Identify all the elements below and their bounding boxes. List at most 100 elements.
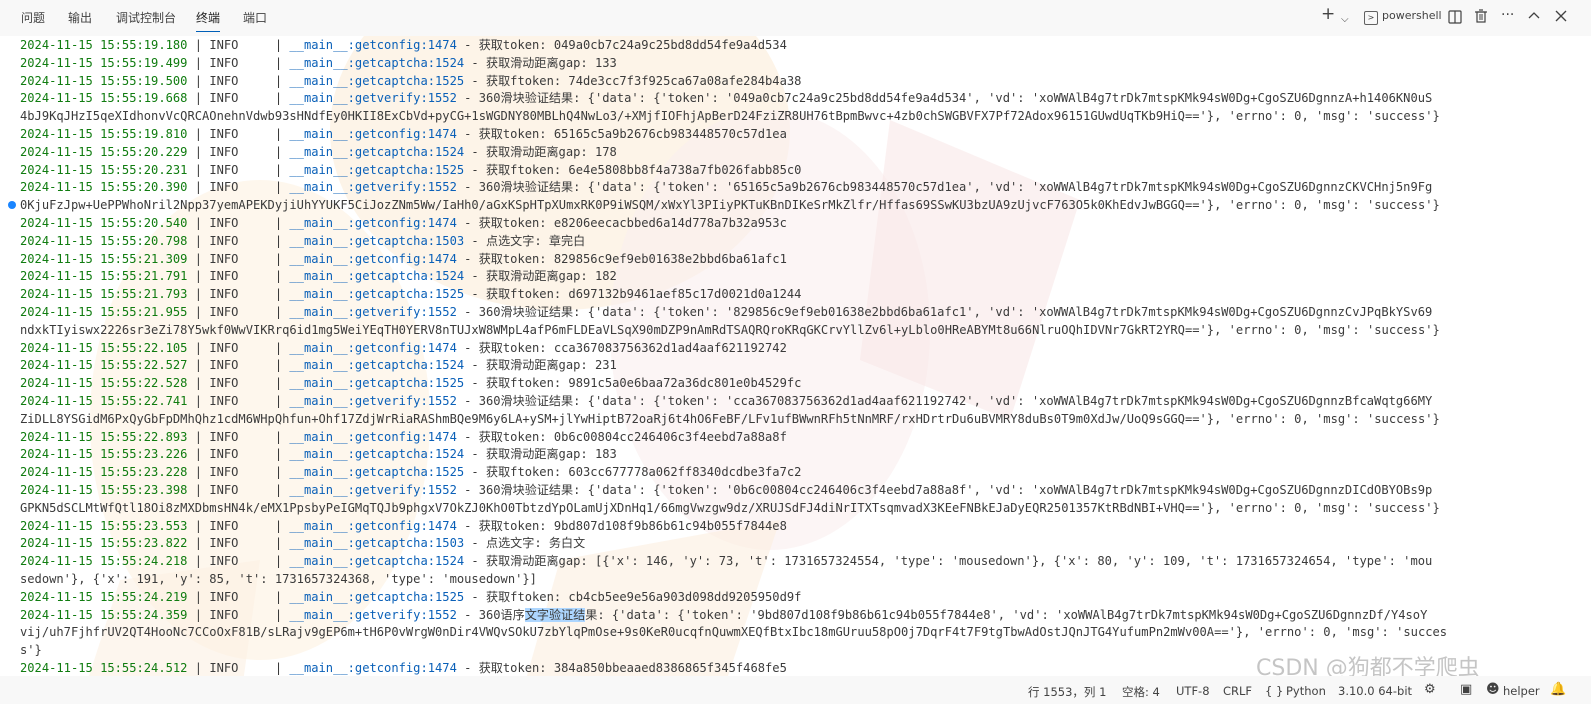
more-actions-icon[interactable]: ··· — [1501, 6, 1514, 24]
log-message: - 获取ftoken: 6e4e5808bb8f4a738a7fb026fabb… — [464, 162, 802, 177]
terminal-line: 2024-11-15 15:55:22.105 | INFO | __main_… — [20, 340, 787, 355]
close-icon[interactable] — [1555, 10, 1567, 22]
log-continuation: ZiDLL8YSGidM6PxQyGbFpDMhQhz1cdM6WHpQhfun… — [20, 411, 1440, 426]
log-source: __main__:getconfig:1474 — [289, 38, 457, 52]
log-source: __main__:getverify:1552 — [289, 393, 457, 408]
terminal-line: 2024-11-15 15:55:23.822 | INFO | __main_… — [20, 536, 586, 551]
log-timestamp: 2024-11-15 15:55:24.359 — [20, 607, 188, 622]
terminal-line: 2024-11-15 15:55:23.226 | INFO | __main_… — [20, 447, 617, 462]
log-message: - 360滑块验证结果: {'data': {'token': '65165c5… — [456, 180, 1433, 195]
terminal-line: 2024-11-15 15:55:22.741 | INFO | __main_… — [20, 393, 1433, 408]
log-message: - 获取ftoken: d697132b9461aef85c17d0021d0a… — [464, 287, 802, 302]
log-level: INFO — [209, 482, 239, 497]
log-timestamp: 2024-11-15 15:55:22.528 — [20, 376, 188, 391]
log-level: INFO — [209, 55, 239, 70]
log-timestamp: 2024-11-15 15:55:21.309 — [20, 251, 188, 266]
encoding-setting[interactable]: UTF-8 — [1176, 684, 1210, 698]
log-message: - 360滑块验证结果: {'data': {'token': '049a0cb… — [456, 91, 1433, 106]
indentation-setting[interactable]: 空格: 4 — [1122, 684, 1160, 700]
terminal-line: 2024-11-15 15:55:21.791 | INFO | __main_… — [20, 269, 617, 284]
log-continuation: vij/uh7FjhfrUV2QT4HooNc7CCoOxF81B/sLRajv… — [20, 625, 1448, 640]
terminal-output[interactable]: 2024-11-15 15:55:19.180 | INFO | __main_… — [20, 37, 1560, 675]
tab-terminal[interactable]: 终端 — [196, 9, 221, 32]
log-message: - 获取滑动距离gap: 182 — [464, 269, 617, 284]
status-bar: 行 1553，列 1 空格: 4 UTF-8 CRLF { } Python 3… — [0, 676, 1591, 704]
log-message: - 获取滑动距离gap: [{'x': 146, 'y': 73, 't': 1… — [464, 554, 1433, 569]
log-timestamp: 2024-11-15 15:55:20.390 — [20, 180, 188, 195]
log-level: INFO — [209, 233, 239, 248]
eol-setting[interactable]: CRLF — [1223, 684, 1252, 698]
language-mode[interactable]: Python — [1286, 684, 1326, 698]
tab-output[interactable]: 输出 — [68, 9, 92, 26]
log-timestamp: 2024-11-15 15:55:23.398 — [20, 482, 188, 497]
new-terminal-button[interactable]: + — [1321, 5, 1335, 23]
log-level: INFO — [209, 287, 239, 302]
log-message: - 获取ftoken: 603cc677778a062ff8340dcdbe3f… — [464, 465, 802, 480]
log-level: INFO — [209, 38, 239, 52]
log-message: - 获取token: 9bd807d108f9b86b61c94b055f784… — [456, 518, 787, 533]
format-icon[interactable]: ⚙ — [1424, 682, 1436, 697]
log-timestamp: 2024-11-15 15:55:19.500 — [20, 73, 188, 88]
log-message: - 获取滑动距离gap: 183 — [464, 447, 617, 462]
shell-name-label[interactable]: powershell — [1382, 9, 1442, 22]
terminal-line: vij/uh7FjhfrUV2QT4HooNc7CCoOxF81B/sLRajv… — [20, 624, 1560, 642]
log-source: __main__:getcaptcha:1525 — [289, 589, 465, 604]
copilot-icon[interactable]: ☻ — [1486, 682, 1500, 697]
log-source: __main__:getconfig:1474 — [289, 518, 457, 533]
log-level: INFO — [209, 251, 239, 266]
terminal-line: ndxkTIyiswx2226sr3eZi78Y5wkf0WwVIKRrq6id… — [20, 322, 1560, 340]
log-source: __main__:getcaptcha:1525 — [289, 376, 465, 391]
language-mode-icon[interactable]: { } — [1265, 684, 1283, 698]
log-message: - 360滑块验证结果: {'data': {'token': '0b6c008… — [456, 482, 1433, 497]
tab-ports[interactable]: 端口 — [243, 9, 267, 26]
terminal-line: ZiDLL8YSGidM6PxQyGbFpDMhQhz1cdM6WHpQhfun… — [20, 411, 1560, 429]
log-level: INFO — [209, 660, 239, 675]
terminal-line: 4bJ9KqJHzI5qeXIdhonvVcQRCAOnehnVdwb93sHN… — [20, 108, 1560, 126]
extension-icon[interactable]: ▣ — [1460, 682, 1472, 697]
terminal-line: 2024-11-15 15:55:20.540 | INFO | __main_… — [20, 215, 787, 230]
log-source: __main__:getcaptcha:1503 — [289, 536, 465, 551]
log-source: __main__:getconfig:1474 — [289, 251, 457, 266]
log-timestamp: 2024-11-15 15:55:23.822 — [20, 536, 188, 551]
helper-label[interactable]: helper — [1503, 684, 1540, 698]
log-source: __main__:getverify:1552 — [289, 607, 457, 622]
log-message: - 获取滑动距离gap: 178 — [464, 144, 617, 159]
command-decoration-icon[interactable] — [8, 201, 16, 209]
notifications-icon[interactable]: 🔔 — [1550, 682, 1566, 697]
log-message: - 获取滑动距离gap: 133 — [464, 55, 617, 70]
log-message: 果: {'data': {'token': '9bd807d108f9b86b6… — [585, 607, 1428, 622]
log-level: INFO — [209, 536, 239, 551]
terminal-line: 2024-11-15 15:55:20.390 | INFO | __main_… — [20, 180, 1433, 195]
trash-icon[interactable] — [1474, 9, 1488, 24]
split-terminal-icon[interactable] — [1448, 10, 1462, 24]
log-continuation: s'} — [20, 643, 42, 658]
log-source: __main__:getcaptcha:1524 — [289, 358, 465, 373]
python-interpreter[interactable]: 3.10.0 64-bit — [1338, 684, 1412, 698]
log-source: __main__:getconfig:1474 — [289, 215, 457, 230]
log-source: __main__:getconfig:1474 — [289, 660, 457, 675]
tab-problems[interactable]: 问题 — [21, 9, 45, 26]
terminal-line: 2024-11-15 15:55:24.359 | INFO | __main_… — [20, 607, 1428, 622]
log-source: __main__:getcaptcha:1524 — [289, 144, 465, 159]
log-source: __main__:getverify:1552 — [289, 482, 457, 497]
terminal-line: 2024-11-15 15:55:21.793 | INFO | __main_… — [20, 287, 802, 302]
log-level: INFO — [209, 589, 239, 604]
terminal-line: 2024-11-15 15:55:19.180 | INFO | __main_… — [20, 38, 787, 52]
log-source: __main__:getconfig:1474 — [289, 340, 457, 355]
log-timestamp: 2024-11-15 15:55:21.791 — [20, 269, 188, 284]
cursor-position[interactable]: 行 1553，列 1 — [1028, 684, 1106, 700]
log-message: - 获取token: cca367083756362d1ad4aaf621192… — [456, 340, 787, 355]
log-level: INFO — [209, 429, 239, 444]
log-timestamp: 2024-11-15 15:55:21.955 — [20, 304, 188, 319]
log-timestamp: 2024-11-15 15:55:19.180 — [20, 38, 188, 52]
log-level: INFO — [209, 393, 239, 408]
tab-debug-console[interactable]: 调试控制台 — [116, 9, 176, 26]
log-source: __main__:getcaptcha:1524 — [289, 269, 465, 284]
maximize-panel-icon[interactable] — [1528, 11, 1540, 19]
log-level: INFO — [209, 465, 239, 480]
terminal-line: 2024-11-15 15:55:20.798 | INFO | __main_… — [20, 233, 586, 248]
chevron-down-icon[interactable]: ⌵ — [1341, 11, 1349, 29]
log-level: INFO — [209, 376, 239, 391]
log-continuation: sedown'}, {'x': 191, 'y': 85, 't': 17316… — [20, 571, 537, 586]
log-message: - 360语序 — [456, 607, 525, 622]
